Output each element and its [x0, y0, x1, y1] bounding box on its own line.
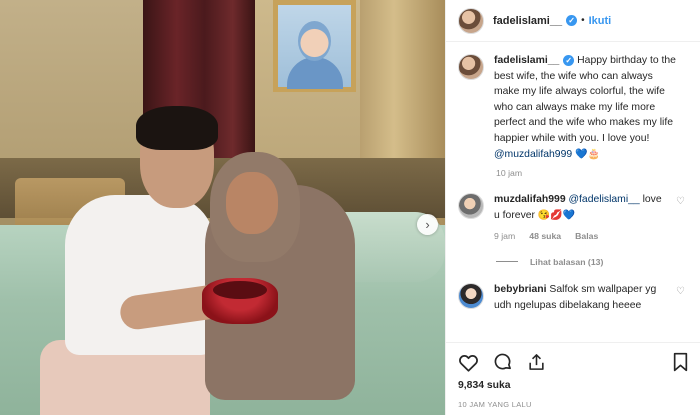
- like-comment-heart-icon[interactable]: ♡: [676, 196, 685, 207]
- action-icons: [458, 351, 689, 373]
- avatar[interactable]: [458, 193, 484, 220]
- caption-text: Happy birthday to the best wife, the wif…: [494, 55, 676, 144]
- heart-icon[interactable]: [458, 353, 479, 372]
- share-icon[interactable]: [527, 352, 546, 372]
- comment-meta: 9 jam 48 suka Balas: [494, 229, 664, 245]
- comments-area[interactable]: fadelislami__ ✓ Happy birthday to the bes…: [446, 53, 700, 336]
- verified-badge-icon: ✓: [563, 55, 575, 66]
- cake-decoration: [213, 281, 267, 299]
- caption-emojis: 💙🎂: [575, 148, 600, 160]
- post-side-panel: fadelislami__ ✓ • Ikuti fadelislami__ ✓ H…: [445, 0, 700, 415]
- comment-icon[interactable]: [493, 352, 513, 372]
- comment-mention[interactable]: @fadelislami__: [569, 194, 640, 205]
- view-replies-label: Lihat balasan (13): [530, 256, 604, 267]
- comment-emojis: 😘💋💙: [537, 209, 576, 221]
- man-shirt: [65, 195, 215, 355]
- comment: bebybriani Salfok sm wallpaper yg udh ng…: [458, 282, 689, 313]
- comment-username[interactable]: muzdalifah999: [494, 194, 566, 205]
- comment-likes[interactable]: 48 suka: [529, 229, 561, 245]
- woman-face: [226, 172, 278, 234]
- post-timestamp[interactable]: 10 JAM YANG LALU: [458, 400, 689, 409]
- avatar[interactable]: [458, 7, 484, 34]
- post-photo[interactable]: ›: [0, 0, 445, 415]
- view-replies-button[interactable]: Lihat balasan (13): [496, 257, 689, 267]
- caption: fadelislami__ ✓ Happy birthday to the bes…: [458, 53, 689, 162]
- caption-time[interactable]: 10 jam: [496, 168, 689, 178]
- next-photo-button[interactable]: ›: [417, 214, 438, 235]
- comment: muzdalifah999 @fadelislami__ love u fore…: [458, 192, 689, 245]
- separator: •: [581, 15, 585, 26]
- avatar[interactable]: [458, 282, 484, 309]
- post-actions: 9,834 suka 10 JAM YANG LALU: [446, 342, 700, 415]
- avatar[interactable]: [458, 54, 484, 80]
- chevron-right-icon: ›: [425, 217, 430, 232]
- follow-button[interactable]: Ikuti: [589, 15, 612, 27]
- wall: [0, 0, 143, 165]
- comment-username[interactable]: bebybriani: [494, 284, 547, 295]
- comment-time[interactable]: 9 jam: [494, 229, 515, 245]
- verified-badge-icon: ✓: [566, 15, 578, 26]
- bookmark-icon[interactable]: [672, 352, 689, 372]
- portrait-frame: [273, 0, 356, 92]
- divider: [496, 261, 518, 263]
- header-username[interactable]: fadelislami__: [493, 15, 562, 27]
- reply-button[interactable]: Balas: [575, 229, 598, 245]
- man-hair: [136, 106, 218, 150]
- caption-username[interactable]: fadelislami__: [494, 55, 559, 66]
- like-count[interactable]: 9,834 suka: [458, 380, 689, 391]
- instagram-post: › fadelislami__ ✓ • Ikuti fadelislami__ ✓…: [0, 0, 700, 415]
- post-header: fadelislami__ ✓ • Ikuti: [446, 0, 700, 42]
- caption-mention[interactable]: @muzdalifah999: [494, 149, 572, 160]
- like-comment-heart-icon[interactable]: ♡: [676, 286, 685, 297]
